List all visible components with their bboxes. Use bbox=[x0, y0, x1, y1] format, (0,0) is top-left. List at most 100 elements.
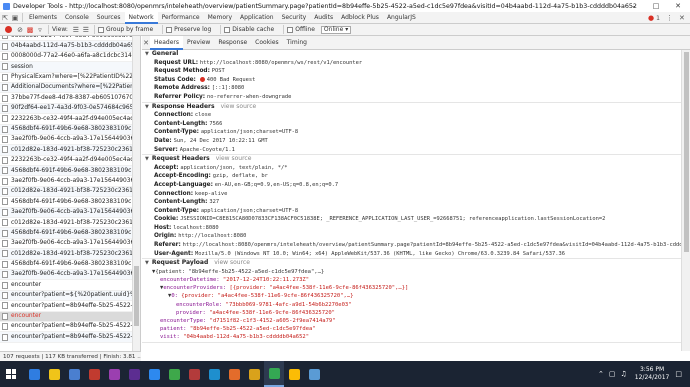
request-row[interactable]: 4568dbf4-691f-49b6-9e68-3802383109c... bbox=[0, 124, 133, 135]
network-icon[interactable]: ▢ bbox=[609, 370, 616, 378]
device-toggle-icon[interactable]: ▣ bbox=[10, 12, 20, 24]
tab-network[interactable]: Network bbox=[124, 11, 158, 24]
request-row[interactable]: c012d82e-183d-4921-bf38-725230c23619 bbox=[0, 249, 133, 260]
tab-console[interactable]: Console bbox=[61, 12, 93, 24]
taskbar-app[interactable] bbox=[244, 361, 264, 387]
request-row[interactable]: c012d82e-183d-4921-bf38-725230c23619 bbox=[0, 186, 133, 198]
taskbar-app[interactable] bbox=[204, 361, 224, 387]
chevron-up-icon[interactable]: ⌃ bbox=[598, 370, 604, 378]
taskbar-app[interactable] bbox=[264, 361, 284, 387]
taskbar-app[interactable] bbox=[44, 361, 64, 387]
start-button[interactable] bbox=[0, 361, 22, 387]
request-headers-header[interactable]: ▼ Request Headers view source bbox=[142, 155, 681, 164]
taskbar-app[interactable] bbox=[64, 361, 84, 387]
request-payload-header[interactable]: ▼ Request Payload view source bbox=[142, 259, 681, 268]
view-source-link[interactable]: view source bbox=[221, 103, 257, 112]
close-window-button[interactable]: ✕ bbox=[668, 0, 688, 12]
tab-elements[interactable]: Elements bbox=[25, 12, 61, 24]
detail-tab-cookies[interactable]: Cookies bbox=[251, 36, 283, 50]
request-row[interactable]: c012d82e-183d-4921-bf38-725230c23619 bbox=[0, 218, 133, 229]
more-options-icon[interactable]: ⋮ bbox=[666, 14, 673, 22]
request-row[interactable]: 4568dbf4-691f-49b6-9e68-3802383109c... bbox=[0, 260, 133, 270]
detail-tab-headers[interactable]: Headers bbox=[150, 35, 183, 50]
request-row[interactable]: 4568dbf4-691f-49b6-9e68-3802383109c... bbox=[0, 166, 133, 177]
preserve-log-checkbox[interactable]: Preserve log bbox=[166, 26, 211, 33]
tab-audits[interactable]: Audits bbox=[310, 12, 337, 24]
request-row[interactable]: encounter bbox=[0, 280, 133, 291]
disable-cache-checkbox[interactable]: Disable cache bbox=[224, 26, 274, 33]
throttling-select[interactable]: Online ▾ bbox=[320, 25, 352, 34]
request-row[interactable]: 2232263b-ce32-49f4-aa2f-d94e005ec4ac bbox=[0, 114, 133, 125]
clear-icon[interactable]: ⊘ bbox=[15, 24, 25, 36]
request-row[interactable]: 3ae2f0fb-9e06-4ccb-a9a3-17e156449036 bbox=[0, 176, 133, 187]
waterfall-view-icon[interactable]: ☰ bbox=[81, 24, 91, 36]
tab-adblock-plus[interactable]: Adblock Plus bbox=[337, 12, 383, 24]
request-row[interactable]: encounter?patient=8b94effe-5b25-4522-a5e… bbox=[0, 301, 133, 312]
group-by-frame-checkbox[interactable]: Group by frame bbox=[97, 26, 153, 33]
payload-line[interactable]: provider: "a4ac4fee-538f-11e6-9cfe-86f43… bbox=[142, 309, 681, 317]
taskbar-app[interactable] bbox=[164, 361, 184, 387]
taskbar-app[interactable] bbox=[84, 361, 104, 387]
volume-icon[interactable]: ♫ bbox=[621, 370, 627, 378]
request-row[interactable]: 3ae2f0fb-9e06-4ccb-a9a3-17e156449036 bbox=[0, 207, 133, 219]
payload-line[interactable]: visit: "04b4aabd-112d-4a75-b1b3-cddddb04… bbox=[142, 333, 681, 341]
general-header[interactable]: ▼ General bbox=[142, 50, 681, 59]
payload-line[interactable]: encounterType: "d7151f82-c1f3-4152-a605-… bbox=[142, 317, 681, 325]
taskbar-app[interactable] bbox=[224, 361, 244, 387]
taskbar-app[interactable] bbox=[304, 361, 324, 387]
tab-application[interactable]: Application bbox=[236, 12, 278, 24]
taskbar-app[interactable] bbox=[24, 361, 44, 387]
taskbar-app[interactable] bbox=[144, 361, 164, 387]
minimize-button[interactable]: – bbox=[624, 0, 644, 12]
detail-tab-timing[interactable]: Timing bbox=[283, 36, 311, 50]
filter-icon[interactable]: ▿ bbox=[35, 24, 45, 36]
detail-tab-response[interactable]: Response bbox=[214, 36, 251, 50]
taskbar-app[interactable] bbox=[184, 361, 204, 387]
request-list-scrollbar[interactable] bbox=[132, 36, 140, 351]
tab-sources[interactable]: Sources bbox=[93, 12, 125, 24]
request-row[interactable]: encounter?patient=8b94effe-5b25-4522-a5e… bbox=[0, 322, 133, 333]
request-row[interactable]: encounter?patient=${%20patient.uuid}%20&… bbox=[0, 290, 133, 302]
list-view-icon[interactable]: ☰ bbox=[71, 24, 81, 36]
request-row[interactable]: 90f2df64-ee17-4a3d-9f03-0e574684c965 bbox=[0, 103, 133, 115]
capture-screenshots-icon[interactable]: ▩ bbox=[25, 24, 35, 36]
notifications-icon[interactable]: □ bbox=[675, 370, 682, 378]
request-row[interactable]: PhysicalExam?where=[%22PatientID%22:%2..… bbox=[0, 73, 133, 83]
response-headers-header[interactable]: ▼ Response Headers view source bbox=[142, 103, 681, 112]
taskbar-app[interactable] bbox=[124, 361, 144, 387]
payload-line[interactable]: patient: "8b94effe-5b25-4522-a5ed-c1dc5e… bbox=[142, 325, 681, 333]
close-devtools-icon[interactable]: ✕ bbox=[679, 14, 685, 22]
record-button[interactable] bbox=[5, 26, 12, 33]
request-row[interactable]: encounter?patient=8b94effe-5b25-4522-a5e… bbox=[0, 332, 133, 343]
detail-scrollbar[interactable] bbox=[681, 50, 690, 351]
payload-line[interactable]: encounterRole: "73bbb069-9781-4afc-a9d1-… bbox=[142, 301, 681, 309]
tab-angularjs[interactable]: AngularJS bbox=[383, 12, 420, 24]
view-source-link[interactable]: view source bbox=[214, 259, 250, 268]
request-row[interactable]: AdditionalDocuments?where=[%22PatientID.… bbox=[0, 82, 133, 94]
request-row[interactable]: 3ae2f0fb-9e06-4ccb-a9a3-17e156449036 bbox=[0, 135, 133, 146]
tab-memory[interactable]: Memory bbox=[204, 12, 236, 24]
clock[interactable]: 3:56 PM 12/24/2017 bbox=[635, 366, 670, 382]
maximize-button[interactable]: □ bbox=[646, 0, 666, 12]
request-row[interactable]: 3ae2f0fb-9e06-4ccb-a9a3-17e156449036 bbox=[0, 269, 133, 281]
payload-line[interactable]: ▼0: {provider: "a4ac4fee-538f-11e6-9cfe-… bbox=[142, 292, 681, 300]
tab-performance[interactable]: Performance bbox=[158, 12, 204, 24]
error-count[interactable]: 1 bbox=[656, 15, 660, 22]
request-row[interactable]: 4568dbf4-691f-49b6-9e68-3802383109c... bbox=[0, 228, 133, 239]
offline-checkbox[interactable]: Offline bbox=[287, 26, 315, 33]
payload-line[interactable]: ▼encounterProviders: [{provider: "a4ac4f… bbox=[142, 284, 681, 292]
request-row[interactable]: c012d82e-183d-4921-bf38-725230c23619 bbox=[0, 145, 133, 156]
view-source-link[interactable]: view source bbox=[216, 155, 252, 164]
request-row[interactable]: 4568dbf4-691f-49b6-9e68-3802383109c... bbox=[0, 197, 133, 208]
inspect-icon[interactable]: ⇱ bbox=[0, 12, 10, 24]
taskbar-app[interactable] bbox=[104, 361, 124, 387]
error-icon[interactable]: ● bbox=[648, 14, 654, 22]
request-row[interactable]: session bbox=[0, 62, 133, 73]
detail-tab-preview[interactable]: Preview bbox=[183, 36, 214, 50]
request-row[interactable]: encounter bbox=[0, 311, 133, 322]
request-row[interactable]: 2232263b-ce32-49f4-aa2f-d94e005ec4ac bbox=[0, 156, 133, 167]
request-row[interactable]: 0008000d-77a2-46e0-a6fa-a8c1dcbc3141 bbox=[0, 52, 133, 63]
close-detail-icon[interactable]: ✕ bbox=[142, 39, 150, 47]
payload-line[interactable]: encounterDatetime: "2017-12-24T10:22:11.… bbox=[142, 276, 681, 284]
payload-line[interactable]: ▼{patient: "8b94effe-5b25-4522-a5ed-c1dc… bbox=[142, 268, 681, 276]
